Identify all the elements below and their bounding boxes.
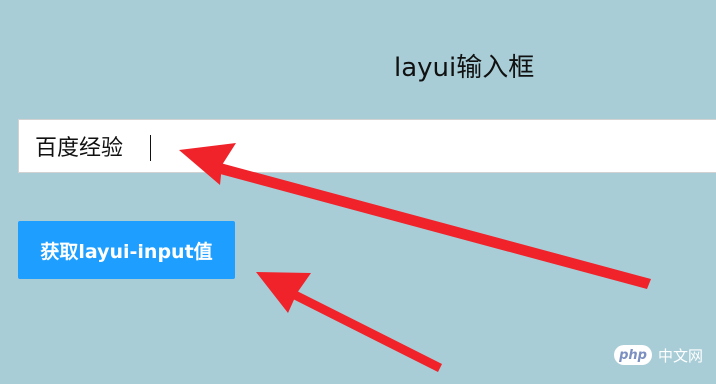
get-input-value-button[interactable]: 获取layui-input值: [18, 221, 235, 279]
php-cn-watermark: php 中文网: [614, 343, 703, 367]
text-cursor: [150, 135, 151, 161]
page-title: layui输入框: [394, 53, 535, 83]
php-logo: php: [614, 345, 652, 365]
annotation-arrows: [179, 143, 651, 372]
layui-text-input[interactable]: [19, 120, 716, 172]
text-input-container[interactable]: [18, 119, 716, 173]
watermark-site-name: 中文网: [658, 346, 704, 365]
arrow-to-input-shaft: [209, 161, 651, 289]
arrow-to-button-head: [256, 272, 311, 313]
arrow-to-button-shaft: [283, 286, 442, 372]
